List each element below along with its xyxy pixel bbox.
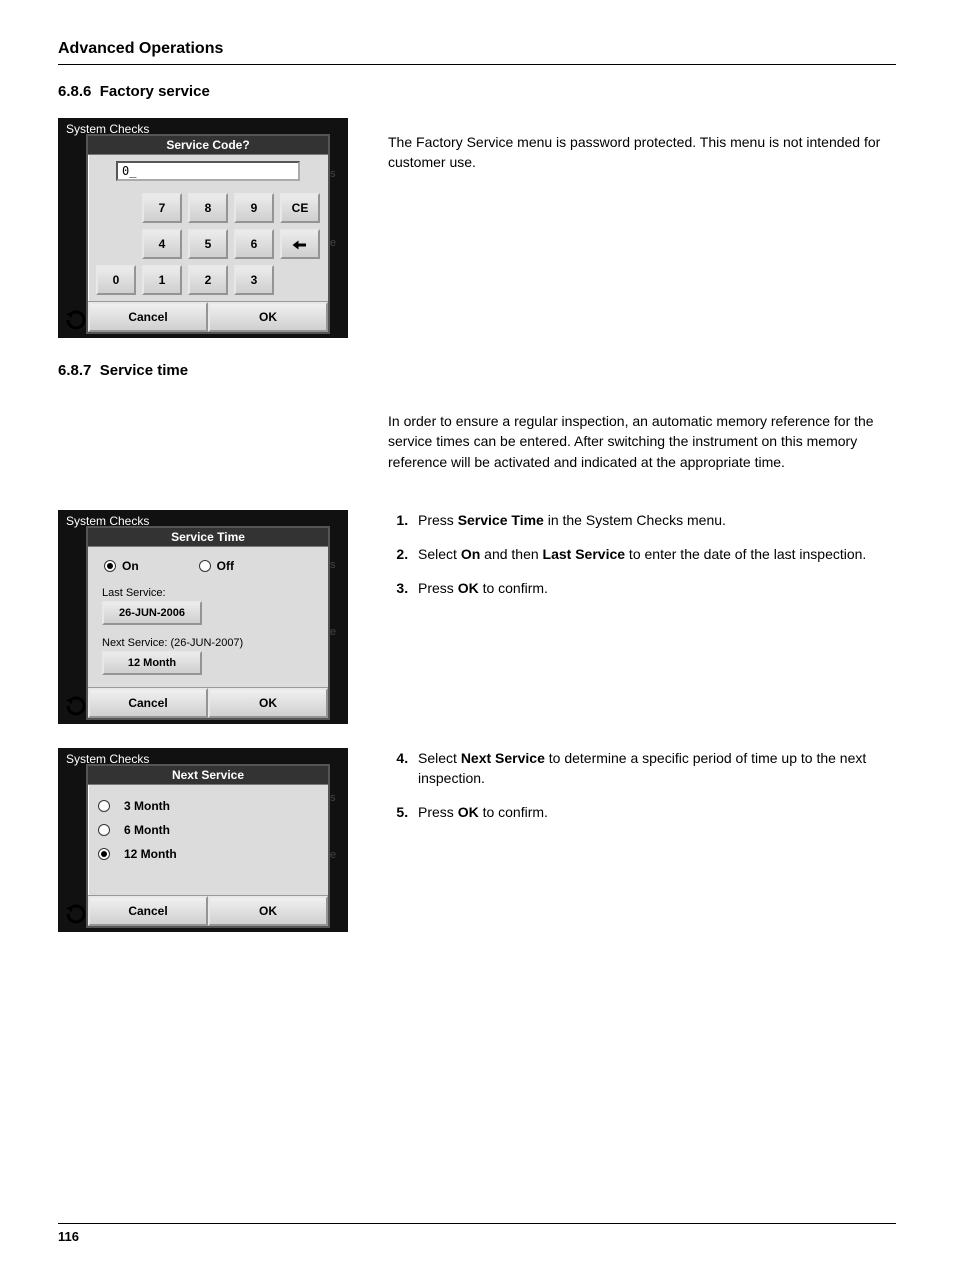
service-time-paragraph: In order to ensure a regular inspection,… [388,411,896,472]
section-text: Service time [100,362,188,379]
screenshot-service-time: System Checks se Service Time On Off Las… [58,510,348,724]
key-ce[interactable]: CE [280,193,320,223]
last-service-label: Last Service: [102,587,318,599]
last-service-button[interactable]: 26-JUN-2006 [102,601,202,625]
back-icon[interactable] [62,902,86,926]
next-service-button[interactable]: 12 Month [102,651,202,675]
key-8[interactable]: 8 [188,193,228,223]
key-0[interactable]: 0 [96,265,136,295]
cancel-button[interactable]: Cancel [88,688,208,718]
code-input[interactable]: 0_ [116,161,300,181]
factory-service-paragraph: The Factory Service menu is password pro… [388,132,896,173]
radio-off[interactable]: Off [199,559,234,573]
dialog-title: Next Service [88,766,328,785]
key-6[interactable]: 6 [234,229,274,259]
key-5[interactable]: 5 [188,229,228,259]
back-icon[interactable] [62,308,86,332]
cancel-button[interactable]: Cancel [88,302,208,332]
key-4[interactable]: 4 [142,229,182,259]
steps-4-5: Select Next Service to determine a speci… [388,748,896,823]
key-backspace[interactable] [280,229,320,259]
section-6-8-7-title: 6.8.7 Service time [58,362,896,379]
section-number: 6.8.7 [58,362,91,379]
radio-3-month[interactable]: 3 Month [98,799,318,813]
back-icon[interactable] [62,694,86,718]
dialog-title: Service Code? [88,136,328,155]
key-2[interactable]: 2 [188,265,228,295]
ok-button[interactable]: OK [208,302,328,332]
dialog-title: Service Time [88,528,328,547]
steps-1-3: Press Service Time in the System Checks … [388,510,896,599]
section-number: 6.8.6 [58,83,91,100]
radio-6-month[interactable]: 6 Month [98,823,318,837]
section-6-8-6-title: 6.8.6 Factory service [58,83,896,100]
key-3[interactable]: 3 [234,265,274,295]
cancel-button[interactable]: Cancel [88,896,208,926]
ok-button[interactable]: OK [208,896,328,926]
ok-button[interactable]: OK [208,688,328,718]
radio-12-month[interactable]: 12 Month [98,847,318,861]
screenshot-next-service: System Checks se Next Service 3 Month 6 … [58,748,348,932]
key-1[interactable]: 1 [142,265,182,295]
chapter-title: Advanced Operations [58,40,896,65]
next-service-label: Next Service: (26-JUN-2007) [102,637,318,649]
section-text: Factory service [100,83,210,100]
page-number: 116 [58,1229,79,1244]
key-9[interactable]: 9 [234,193,274,223]
radio-on[interactable]: On [104,559,139,573]
screenshot-service-code: System Checks se Service Code? 0_ 7 8 9 … [58,118,348,338]
key-7[interactable]: 7 [142,193,182,223]
